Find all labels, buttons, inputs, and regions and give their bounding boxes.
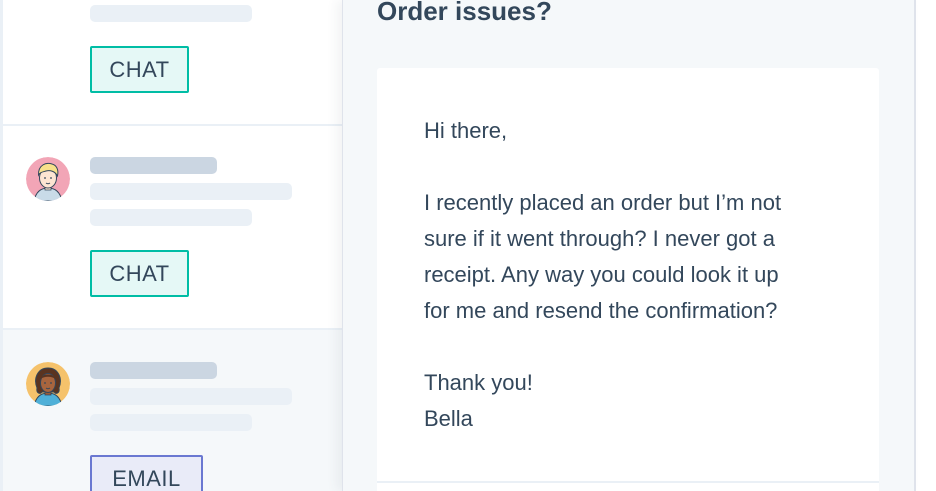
preview-skeleton-line	[90, 183, 292, 200]
conversation-item[interactable]: CHAT	[3, 0, 342, 126]
blond-man-avatar-icon	[26, 157, 70, 201]
conversation-list: CHAT CHAT EMAIL	[0, 0, 342, 491]
message-line: for me and resend the confirmation?	[424, 298, 778, 323]
message-line: receipt. Any way you could look it up	[424, 262, 779, 287]
preview-skeleton-line	[90, 5, 252, 22]
conversation-item-selected[interactable]: EMAIL	[3, 330, 342, 491]
preview-skeleton-line	[90, 209, 252, 226]
name-skeleton-line	[90, 362, 217, 379]
message-signature: Bella	[424, 406, 473, 431]
curly-hair-woman-avatar-icon	[26, 362, 70, 406]
message-closing: Thank you!	[424, 370, 533, 395]
message-line: I recently placed an order but I’m not	[424, 190, 782, 215]
name-skeleton-line	[90, 157, 217, 174]
message-greeting: Hi there,	[424, 118, 508, 143]
preview-skeleton-line	[90, 388, 292, 405]
conversation-item[interactable]: CHAT	[3, 126, 342, 330]
message-line: sure if it went through? I never got a	[424, 226, 775, 251]
conversation-detail-pane: Order issues? Hi there, I recently place…	[342, 0, 916, 491]
preview-skeleton-line	[90, 414, 252, 431]
channel-tag-email[interactable]: EMAIL	[90, 455, 203, 491]
channel-tag-chat[interactable]: CHAT	[90, 250, 189, 297]
inbox-app: CHAT CHAT EMAIL Order issues? Hi there, …	[0, 0, 936, 491]
conversation-subject: Order issues?	[377, 0, 552, 26]
card-divider	[377, 481, 879, 483]
email-message-card: Hi there, I recently placed an order but…	[377, 68, 879, 491]
email-message-body: Hi there, I recently placed an order but…	[424, 113, 854, 437]
channel-tag-chat[interactable]: CHAT	[90, 46, 189, 93]
